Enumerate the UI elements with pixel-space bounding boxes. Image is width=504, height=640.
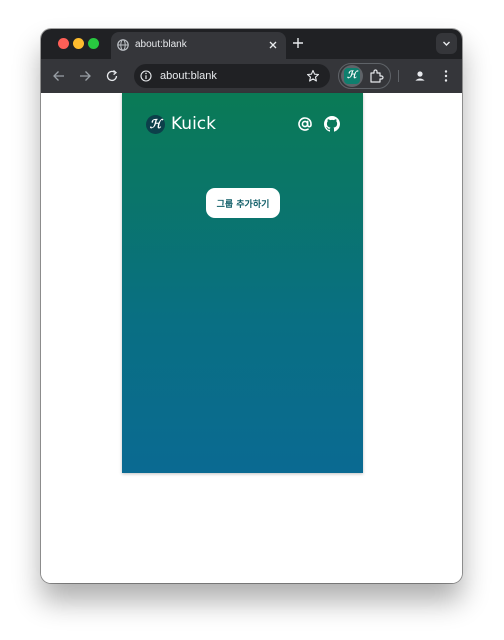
plus-icon[interactable] [291, 36, 305, 50]
globe-icon [117, 39, 129, 51]
profile-icon[interactable] [412, 68, 428, 84]
close-window-button[interactable] [58, 38, 69, 49]
reload-icon[interactable] [105, 69, 119, 83]
back-arrow-icon[interactable] [52, 69, 66, 83]
at-sign-icon[interactable] [297, 116, 313, 132]
browser-window: about:blank about:blank ℋ ℋ Kuick 그룹 추가하… [41, 29, 462, 583]
forward-arrow-icon[interactable] [78, 69, 92, 83]
address-bar[interactable]: about:blank [134, 64, 330, 88]
kuick-logo: ℋ [146, 115, 165, 134]
tab-title: about:blank [135, 39, 187, 50]
maximize-window-button[interactable] [88, 38, 99, 49]
chevron-down-icon [443, 41, 450, 46]
toolbar-divider [398, 70, 399, 82]
kuick-extension-button[interactable]: ℋ [341, 65, 363, 87]
puzzle-icon[interactable] [368, 68, 384, 84]
tab-search-button[interactable] [436, 33, 457, 54]
kuick-popup: ℋ Kuick 그룹 추가하기 [122, 93, 363, 473]
close-icon[interactable] [266, 38, 280, 52]
extensions-group: ℋ [338, 63, 391, 89]
add-group-button[interactable]: 그룹 추가하기 [206, 188, 280, 218]
kuick-logo-icon: ℋ [344, 68, 360, 84]
star-icon[interactable] [306, 69, 320, 83]
page-viewport: ℋ Kuick 그룹 추가하기 [41, 93, 462, 583]
brand-name: Kuick [171, 114, 216, 134]
tab-active[interactable]: about:blank [111, 32, 286, 59]
tab-strip: about:blank [41, 29, 462, 59]
address-bar-url[interactable]: about:blank [160, 70, 217, 82]
browser-toolbar: about:blank ℋ [41, 59, 462, 93]
kebab-menu-icon[interactable] [439, 69, 453, 83]
info-icon[interactable] [140, 70, 152, 82]
github-icon[interactable] [324, 116, 340, 132]
minimize-window-button[interactable] [73, 38, 84, 49]
